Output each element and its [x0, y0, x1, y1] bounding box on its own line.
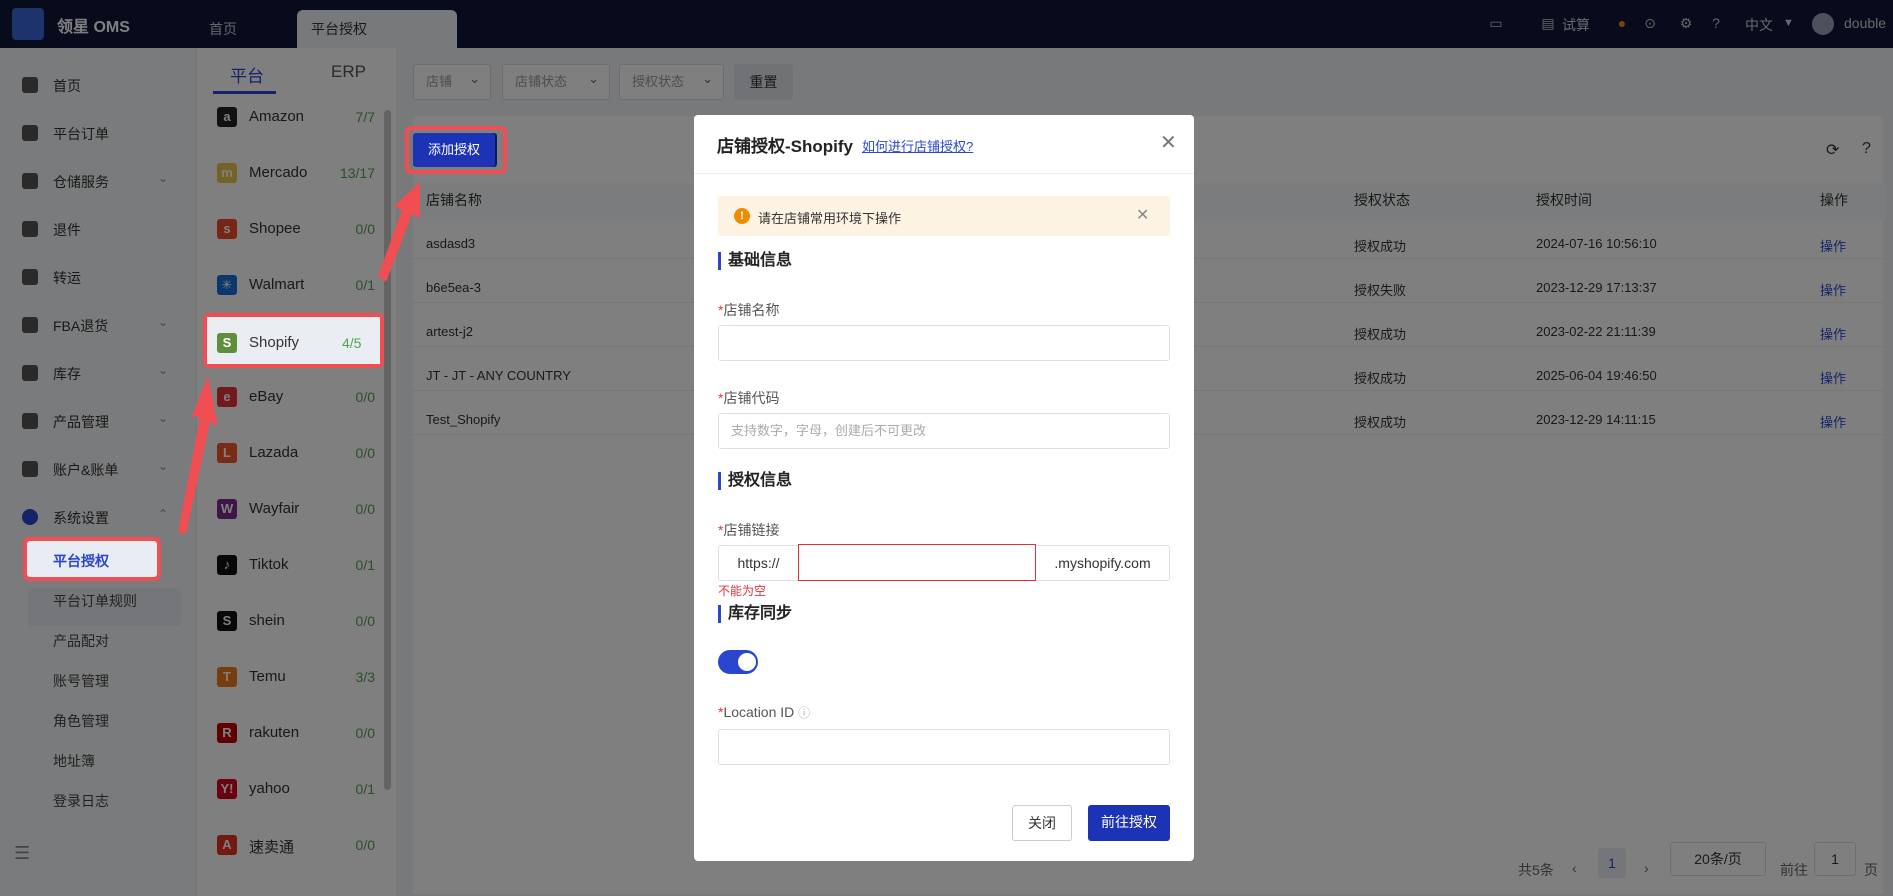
close-button[interactable]: 关闭: [1012, 805, 1072, 841]
warning-icon: !: [734, 208, 750, 224]
section-inventory: 库存同步: [718, 605, 792, 623]
section-basic: 基础信息: [718, 252, 792, 270]
location-id-input[interactable]: [718, 729, 1170, 765]
close-icon[interactable]: ✕: [1160, 130, 1177, 155]
link-suffix: .myshopify.com: [1036, 545, 1170, 581]
store-code-label: *店铺代码: [718, 390, 780, 406]
divider: [694, 173, 1194, 174]
shopify-auth-modal: 店铺授权-Shopify 如何进行店铺授权? ✕ ! 请在店铺常用环境下操作 ✕…: [694, 115, 1194, 861]
section-auth: 授权信息: [718, 472, 792, 490]
store-name-label: *店铺名称: [718, 302, 780, 318]
authorize-button[interactable]: 前往授权: [1088, 805, 1170, 841]
shopify-count: 4/5: [342, 335, 362, 351]
sub-item-platform-auth-highlight[interactable]: 平台授权: [53, 551, 109, 571]
link-error: 不能为空: [718, 584, 767, 598]
shopify-label[interactable]: Shopify: [249, 334, 299, 351]
info-icon: ⓘ: [798, 706, 811, 720]
store-code-input[interactable]: 支持数字，字母，创建后不可更改: [718, 413, 1170, 449]
link-prefix: https://: [718, 545, 798, 581]
annotation-arrow-2: [378, 182, 420, 282]
help-link[interactable]: 如何进行店铺授权?: [862, 136, 973, 155]
add-auth-button-highlight[interactable]: 添加授权: [413, 133, 495, 167]
shopify-icon: S: [217, 333, 237, 353]
warning-alert: ! 请在店铺常用环境下操作 ✕: [718, 196, 1170, 236]
store-name-input[interactable]: [718, 325, 1170, 361]
toggle-knob: [738, 653, 756, 671]
location-id-label: *Location ID ⓘ: [718, 704, 811, 720]
modal-title: 店铺授权-Shopify: [717, 137, 853, 156]
close-icon[interactable]: ✕: [1136, 205, 1149, 225]
inventory-sync-toggle[interactable]: [718, 650, 758, 674]
store-link-input[interactable]: [798, 544, 1036, 581]
alert-text: 请在店铺常用环境下操作: [758, 211, 902, 226]
annotation-arrow-1: [178, 376, 218, 534]
store-link-label: *店铺链接: [718, 522, 780, 538]
